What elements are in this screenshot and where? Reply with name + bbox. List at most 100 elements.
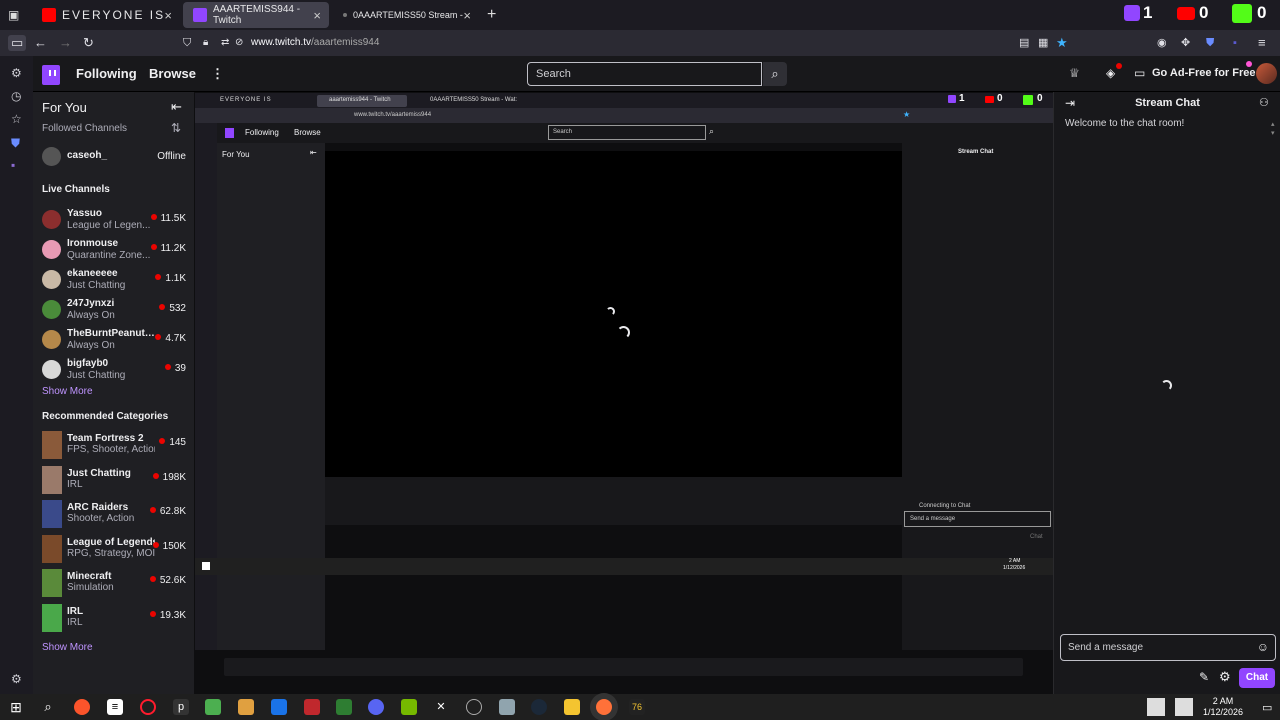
extension-icon[interactable]: ◉	[1157, 35, 1167, 51]
menu-icon[interactable]: ≡	[1258, 35, 1266, 51]
ai-chat-icon[interactable]: ⚙	[11, 66, 22, 80]
roblox-icon[interactable]	[271, 699, 287, 715]
app-icon[interactable]: p	[173, 699, 189, 715]
chat-scroll-up-icon[interactable]: ▴	[1271, 120, 1275, 128]
sidebar-live-channel[interactable]: bigfayb0 Just Chatting 39	[33, 356, 194, 386]
sidebar-category[interactable]: Team Fortress 2 FPS, Shooter, Action 145	[33, 429, 194, 463]
sort-icon[interactable]: ⇅	[171, 121, 181, 135]
fallout-76-icon[interactable]: 76	[629, 699, 645, 715]
sidebar-category[interactable]: Minecraft Simulation 52.6K	[33, 567, 194, 601]
search-icon[interactable]: ⌕	[40, 699, 56, 715]
show-more-categories[interactable]: Show More	[42, 642, 93, 653]
bookmark-star-icon[interactable]: ★	[1056, 35, 1068, 51]
url-bar[interactable]: www.twitch.tv/aaartemiss944	[251, 37, 379, 48]
app-icon[interactable]	[304, 699, 320, 715]
tab-twitch-active[interactable]: AAARTEMISS944 - Twitch ×	[183, 2, 329, 28]
nested-tab: 0AAARTEMISS50 Stream - Wat:	[430, 97, 518, 103]
tray-app-icon[interactable]	[1147, 698, 1165, 716]
send-message-box[interactable]: ☺	[1060, 634, 1276, 661]
forward-icon[interactable]: →	[59, 35, 72, 51]
puzzle-icon[interactable]: ✥	[1181, 35, 1190, 51]
app-icon[interactable]	[336, 699, 352, 715]
opera-icon[interactable]	[140, 699, 156, 715]
extension-2-icon[interactable]: ▪	[1233, 35, 1237, 51]
collapse-sidebar-icon[interactable]: ⇤	[171, 99, 182, 115]
system-clock[interactable]: 2 AM 1/12/2026	[1203, 696, 1243, 718]
notification-icon[interactable]: ▭	[1262, 701, 1272, 714]
nested-chat-title: Stream Chat	[958, 149, 994, 155]
reader-view-icon[interactable]: ▤	[1019, 35, 1029, 51]
windows-start-icon[interactable]: ⊞	[8, 699, 24, 715]
tab-stream-watch[interactable]: 0AAARTEMISS50 Stream - Wat: ×	[333, 2, 479, 28]
nav-following[interactable]: Following	[76, 66, 137, 81]
notifications-icon[interactable]: ◈	[1106, 66, 1115, 80]
sidebar-toggle-icon[interactable]: ▭	[8, 35, 27, 51]
viewer-count: 52.6K	[150, 575, 186, 586]
nvidia-icon[interactable]	[401, 699, 417, 715]
twitch-logo-icon[interactable]	[42, 65, 60, 85]
app-icon[interactable]	[205, 699, 221, 715]
search-input[interactable]	[528, 63, 761, 85]
file-explorer-icon[interactable]	[564, 699, 580, 715]
more-menu-icon[interactable]: ⋮	[211, 66, 224, 82]
player-controls-bar[interactable]	[224, 658, 1023, 676]
search-box[interactable]	[527, 62, 762, 86]
tray-app-icon[interactable]	[1175, 698, 1193, 716]
screenshot-icon[interactable]: ▦	[1038, 35, 1048, 51]
sidebar-category[interactable]: League of Legends RPG, Strategy, MOI 150K	[33, 533, 194, 567]
sidebar-live-channel[interactable]: 247Jynxzi Always On 532	[33, 296, 194, 326]
settings-icon[interactable]: ⚙	[11, 672, 22, 686]
firefox-icon[interactable]	[596, 699, 612, 715]
back-icon[interactable]: ←	[34, 35, 47, 51]
shield-icon[interactable]: ⛉	[183, 35, 191, 51]
close-icon[interactable]: ×	[463, 8, 471, 23]
history-icon[interactable]: ◷	[11, 89, 21, 103]
user-avatar[interactable]	[1256, 63, 1277, 84]
emote-picker-icon[interactable]: ☺	[1257, 640, 1269, 654]
nav-browse[interactable]: Browse	[149, 66, 196, 81]
followed-channel-caseoh[interactable]: caseoh_ Offline	[33, 143, 194, 173]
community-icon[interactable]: ⚇	[1259, 96, 1269, 109]
bookmarks-icon[interactable]: ☆	[11, 112, 22, 126]
viewer-count: 19.3K	[150, 610, 186, 621]
sidebar-live-channel[interactable]: ekaneeeee Just Chatting 1.1K	[33, 266, 194, 296]
close-icon[interactable]: ×	[164, 8, 172, 23]
extension-2-icon[interactable]: ▪	[11, 158, 15, 172]
tab-everyone-is[interactable]: EVERYONE IS ×	[32, 2, 180, 28]
pencil-icon[interactable]: ✎	[1199, 670, 1209, 684]
app-icon[interactable]	[499, 699, 515, 715]
extension-icon[interactable]: ⛊	[11, 136, 20, 151]
avatar	[42, 330, 61, 349]
steam-icon[interactable]	[531, 699, 547, 715]
shield-extension-icon[interactable]: ⛊	[1206, 35, 1214, 51]
send-message-input[interactable]	[1061, 635, 1275, 660]
reload-icon[interactable]: ↻	[83, 35, 94, 51]
chat-button[interactable]: Chat	[1239, 668, 1275, 688]
tab-overview-icon[interactable]: ▣	[8, 8, 19, 22]
viewer-count: 1.1K	[155, 273, 186, 284]
chat-settings-icon[interactable]: ⚙	[1219, 669, 1231, 685]
app-icon[interactable]: ✕	[433, 699, 449, 715]
twitch-count: 1	[1143, 3, 1153, 22]
app-icon[interactable]	[466, 699, 482, 715]
sidebar-category[interactable]: Just Chatting IRL 198K	[33, 464, 194, 498]
crown-icon[interactable]: ♕	[1069, 66, 1080, 80]
sidebar-live-channel[interactable]: Yassuo League of Legen... 11.5K	[33, 206, 194, 236]
search-button[interactable]: ⌕	[763, 62, 787, 86]
nested-taskbar: 2 AM 1/12/2026	[195, 558, 1053, 575]
sidebar-category[interactable]: IRL IRL 19.3K	[33, 602, 194, 636]
sidebar-live-channel[interactable]: Ironmouse Quarantine Zone... 11.2K	[33, 236, 194, 266]
brave-icon[interactable]	[74, 699, 90, 715]
close-icon[interactable]: ×	[313, 8, 321, 23]
app-icon[interactable]	[238, 699, 254, 715]
new-tab-button[interactable]: +	[487, 6, 496, 24]
app-icon[interactable]: ≡	[107, 699, 123, 715]
show-more-channels[interactable]: Show More	[42, 386, 93, 397]
sidebar-live-channel[interactable]: TheBurntPeanut_... Always On 4.7K	[33, 326, 194, 356]
chat-scroll-down-icon[interactable]: ▾	[1271, 129, 1275, 137]
discord-icon[interactable]	[368, 699, 384, 715]
sidebar-category[interactable]: ARC Raiders Shooter, Action 62.8K	[33, 498, 194, 532]
go-ad-free-button[interactable]: Go Ad-Free for Free	[1152, 67, 1256, 79]
stream-player[interactable]: EVERYONE IS aaartemiss944 - Twitch 0AAAR…	[194, 92, 1053, 694]
permissions-icon[interactable]: ⇄	[221, 35, 229, 51]
